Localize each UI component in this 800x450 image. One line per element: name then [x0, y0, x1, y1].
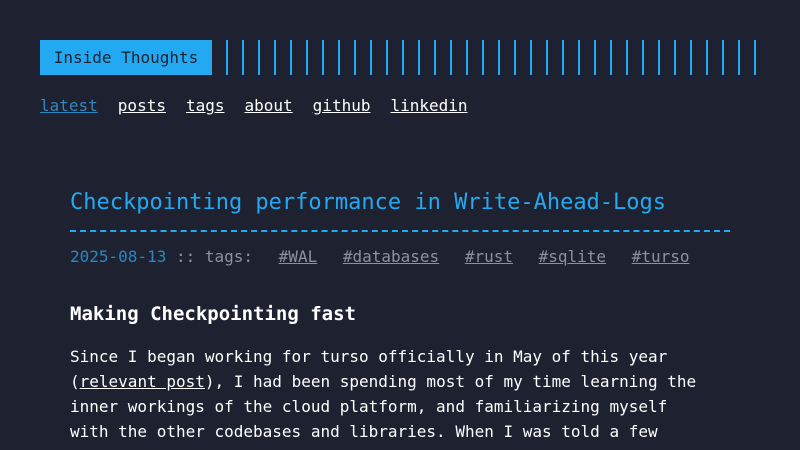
tags-label: :: tags:	[175, 247, 254, 266]
tag-link-sqlite[interactable]: #sqlite	[539, 247, 606, 266]
site-header: Inside Thoughts	[40, 40, 760, 75]
nav-link-tags[interactable]: tags	[186, 96, 225, 116]
nav-link-linkedin[interactable]: linkedin	[390, 96, 467, 116]
tag-link-wal[interactable]: #WAL	[279, 247, 318, 266]
paren-open: (	[70, 372, 80, 391]
post-meta: 2025-08-13 :: tags: #WAL #databases #rus…	[70, 246, 730, 268]
title-divider	[70, 230, 730, 232]
relevant-post-link[interactable]: relevant post	[80, 372, 205, 391]
body-line: inner workings of the cloud platform, an…	[70, 397, 668, 416]
body-line: (relevant post), I had been spending mos…	[70, 369, 730, 394]
nav-link-github[interactable]: github	[313, 96, 371, 116]
section-heading: Making Checkpointing fast	[70, 303, 356, 325]
post-date: 2025-08-13	[70, 247, 167, 266]
body-line: with the other codebases and libraries. …	[70, 422, 658, 441]
nav-link-about[interactable]: about	[245, 96, 293, 116]
body-line: Since I began working for turso official…	[70, 347, 668, 366]
tag-link-rust[interactable]: #rust	[465, 247, 513, 266]
site-logo[interactable]: Inside Thoughts	[40, 40, 212, 75]
logo-decoration-bars	[226, 40, 760, 75]
post-title[interactable]: Checkpointing performance in Write-Ahead…	[70, 186, 730, 220]
tag-link-databases[interactable]: #databases	[343, 247, 439, 266]
post-body-paragraph: Since I began working for turso official…	[70, 344, 730, 444]
main-nav: latest posts tags about github linkedin	[40, 96, 488, 116]
body-line-rest: ), I had been spending most of my time l…	[204, 372, 697, 391]
nav-link-latest[interactable]: latest	[40, 96, 98, 116]
tag-link-turso[interactable]: #turso	[632, 247, 690, 266]
nav-link-posts[interactable]: posts	[118, 96, 166, 116]
post-article: Checkpointing performance in Write-Ahead…	[70, 186, 730, 444]
